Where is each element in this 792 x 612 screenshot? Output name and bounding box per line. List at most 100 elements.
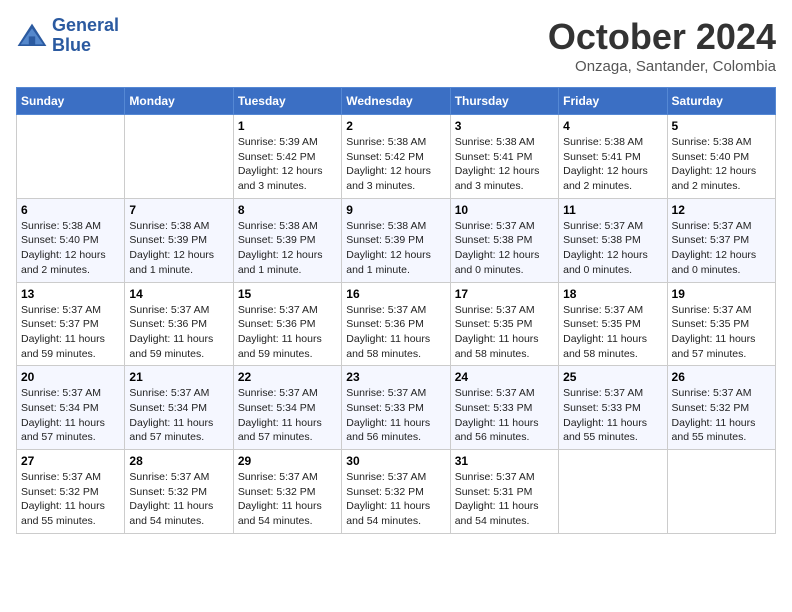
day-info: Sunrise: 5:37 AM Sunset: 5:33 PM Dayligh… <box>563 386 662 445</box>
location: Onzaga, Santander, Colombia <box>548 58 776 75</box>
calendar-cell: 26 Sunrise: 5:37 AM Sunset: 5:32 PM Dayli… <box>667 366 775 450</box>
calendar-cell: 12Sunrise: 5:37 AM Sunset: 5:37 PM Dayli… <box>667 198 775 282</box>
day-info: Sunrise: 5:38 AM Sunset: 5:40 PM Dayligh… <box>672 135 771 194</box>
day-number: 13 <box>21 287 120 301</box>
calendar-cell: 23 Sunrise: 5:37 AM Sunset: 5:33 PM Dayli… <box>342 366 450 450</box>
day-info: Sunrise: 5:37 AM Sunset: 5:32 PM Dayligh… <box>21 470 120 529</box>
day-number: 27 <box>21 454 120 468</box>
day-number: 22 <box>238 370 337 384</box>
day-info: Sunrise: 5:38 AM Sunset: 5:39 PM Dayligh… <box>346 219 445 278</box>
day-number: 8 <box>238 203 337 217</box>
day-header-wednesday: Wednesday <box>342 88 450 115</box>
calendar-cell: 21 Sunrise: 5:37 AM Sunset: 5:34 PM Dayli… <box>125 366 233 450</box>
calendar-cell <box>667 450 775 534</box>
day-number: 11 <box>563 203 662 217</box>
day-info: Sunrise: 5:37 AM Sunset: 5:37 PM Dayligh… <box>21 303 120 362</box>
day-info: Sunrise: 5:37 AM Sunset: 5:33 PM Dayligh… <box>346 386 445 445</box>
calendar-cell: 25 Sunrise: 5:37 AM Sunset: 5:33 PM Dayli… <box>559 366 667 450</box>
day-number: 20 <box>21 370 120 384</box>
day-number: 3 <box>455 119 554 133</box>
week-row-1: 1 Sunrise: 5:39 AM Sunset: 5:42 PM Daylig… <box>17 115 776 199</box>
day-info: Sunrise: 5:37 AM Sunset: 5:38 PM Dayligh… <box>455 219 554 278</box>
day-info: Sunrise: 5:37 AM Sunset: 5:36 PM Dayligh… <box>238 303 337 362</box>
calendar-table: SundayMondayTuesdayWednesdayThursdayFrid… <box>16 87 776 534</box>
logo-line2: Blue <box>52 35 91 55</box>
day-number: 25 <box>563 370 662 384</box>
day-info: Sunrise: 5:38 AM Sunset: 5:42 PM Dayligh… <box>346 135 445 194</box>
day-info: Sunrise: 5:37 AM Sunset: 5:34 PM Dayligh… <box>21 386 120 445</box>
day-number: 16 <box>346 287 445 301</box>
calendar-cell: 5 Sunrise: 5:38 AM Sunset: 5:40 PM Daylig… <box>667 115 775 199</box>
calendar-cell: 14 Sunrise: 5:37 AM Sunset: 5:36 PM Dayli… <box>125 282 233 366</box>
day-header-saturday: Saturday <box>667 88 775 115</box>
calendar-cell: 22Sunrise: 5:37 AM Sunset: 5:34 PM Dayli… <box>233 366 341 450</box>
day-number: 24 <box>455 370 554 384</box>
calendar-cell: 29Sunrise: 5:37 AM Sunset: 5:32 PM Dayli… <box>233 450 341 534</box>
calendar-cell: 30 Sunrise: 5:37 AM Sunset: 5:32 PM Dayli… <box>342 450 450 534</box>
week-row-4: 20 Sunrise: 5:37 AM Sunset: 5:34 PM Dayli… <box>17 366 776 450</box>
week-row-5: 27 Sunrise: 5:37 AM Sunset: 5:32 PM Dayli… <box>17 450 776 534</box>
calendar-cell: 7Sunrise: 5:38 AM Sunset: 5:39 PM Daylig… <box>125 198 233 282</box>
day-info: Sunrise: 5:37 AM Sunset: 5:32 PM Dayligh… <box>672 386 771 445</box>
week-row-3: 13 Sunrise: 5:37 AM Sunset: 5:37 PM Dayli… <box>17 282 776 366</box>
day-header-monday: Monday <box>125 88 233 115</box>
day-number: 9 <box>346 203 445 217</box>
day-number: 23 <box>346 370 445 384</box>
title-block: October 2024 Onzaga, Santander, Colombia <box>548 16 776 75</box>
day-number: 30 <box>346 454 445 468</box>
day-number: 15 <box>238 287 337 301</box>
calendar-cell <box>559 450 667 534</box>
day-info: Sunrise: 5:38 AM Sunset: 5:41 PM Dayligh… <box>455 135 554 194</box>
calendar-cell: 1 Sunrise: 5:39 AM Sunset: 5:42 PM Daylig… <box>233 115 341 199</box>
day-number: 26 <box>672 370 771 384</box>
day-number: 12 <box>672 203 771 217</box>
page-header: General Blue October 2024 Onzaga, Santan… <box>16 16 776 75</box>
calendar-cell: 13 Sunrise: 5:37 AM Sunset: 5:37 PM Dayli… <box>17 282 125 366</box>
day-number: 1 <box>238 119 337 133</box>
calendar-cell <box>17 115 125 199</box>
day-info: Sunrise: 5:37 AM Sunset: 5:32 PM Dayligh… <box>238 470 337 529</box>
day-info: Sunrise: 5:38 AM Sunset: 5:41 PM Dayligh… <box>563 135 662 194</box>
day-info: Sunrise: 5:37 AM Sunset: 5:35 PM Dayligh… <box>563 303 662 362</box>
day-info: Sunrise: 5:38 AM Sunset: 5:39 PM Dayligh… <box>238 219 337 278</box>
day-info: Sunrise: 5:37 AM Sunset: 5:34 PM Dayligh… <box>129 386 228 445</box>
day-number: 21 <box>129 370 228 384</box>
calendar-cell: 27 Sunrise: 5:37 AM Sunset: 5:32 PM Dayli… <box>17 450 125 534</box>
day-number: 7 <box>129 203 228 217</box>
logo-icon <box>16 22 48 50</box>
calendar-cell: 8 Sunrise: 5:38 AM Sunset: 5:39 PM Daylig… <box>233 198 341 282</box>
day-info: Sunrise: 5:37 AM Sunset: 5:36 PM Dayligh… <box>129 303 228 362</box>
day-number: 2 <box>346 119 445 133</box>
day-info: Sunrise: 5:37 AM Sunset: 5:32 PM Dayligh… <box>129 470 228 529</box>
calendar-cell: 19Sunrise: 5:37 AM Sunset: 5:35 PM Dayli… <box>667 282 775 366</box>
day-info: Sunrise: 5:37 AM Sunset: 5:36 PM Dayligh… <box>346 303 445 362</box>
logo: General Blue <box>16 16 119 56</box>
calendar-cell: 6Sunrise: 5:38 AM Sunset: 5:40 PM Daylig… <box>17 198 125 282</box>
day-info: Sunrise: 5:37 AM Sunset: 5:38 PM Dayligh… <box>563 219 662 278</box>
day-number: 5 <box>672 119 771 133</box>
day-number: 14 <box>129 287 228 301</box>
logo-text: General Blue <box>52 16 119 56</box>
day-number: 18 <box>563 287 662 301</box>
day-info: Sunrise: 5:37 AM Sunset: 5:33 PM Dayligh… <box>455 386 554 445</box>
calendar-cell <box>125 115 233 199</box>
day-header-tuesday: Tuesday <box>233 88 341 115</box>
calendar-cell: 9 Sunrise: 5:38 AM Sunset: 5:39 PM Daylig… <box>342 198 450 282</box>
week-row-2: 6Sunrise: 5:38 AM Sunset: 5:40 PM Daylig… <box>17 198 776 282</box>
day-number: 6 <box>21 203 120 217</box>
calendar-cell: 3 Sunrise: 5:38 AM Sunset: 5:41 PM Daylig… <box>450 115 558 199</box>
calendar-cell: 28 Sunrise: 5:37 AM Sunset: 5:32 PM Dayli… <box>125 450 233 534</box>
day-number: 10 <box>455 203 554 217</box>
day-number: 17 <box>455 287 554 301</box>
day-info: Sunrise: 5:37 AM Sunset: 5:31 PM Dayligh… <box>455 470 554 529</box>
day-info: Sunrise: 5:37 AM Sunset: 5:35 PM Dayligh… <box>455 303 554 362</box>
calendar-cell: 18 Sunrise: 5:37 AM Sunset: 5:35 PM Dayli… <box>559 282 667 366</box>
day-number: 19 <box>672 287 771 301</box>
calendar-cell: 24 Sunrise: 5:37 AM Sunset: 5:33 PM Dayli… <box>450 366 558 450</box>
calendar-cell: 31Sunrise: 5:37 AM Sunset: 5:31 PM Dayli… <box>450 450 558 534</box>
day-info: Sunrise: 5:39 AM Sunset: 5:42 PM Dayligh… <box>238 135 337 194</box>
day-info: Sunrise: 5:37 AM Sunset: 5:32 PM Dayligh… <box>346 470 445 529</box>
day-number: 4 <box>563 119 662 133</box>
calendar-cell: 11 Sunrise: 5:37 AM Sunset: 5:38 PM Dayli… <box>559 198 667 282</box>
day-number: 28 <box>129 454 228 468</box>
